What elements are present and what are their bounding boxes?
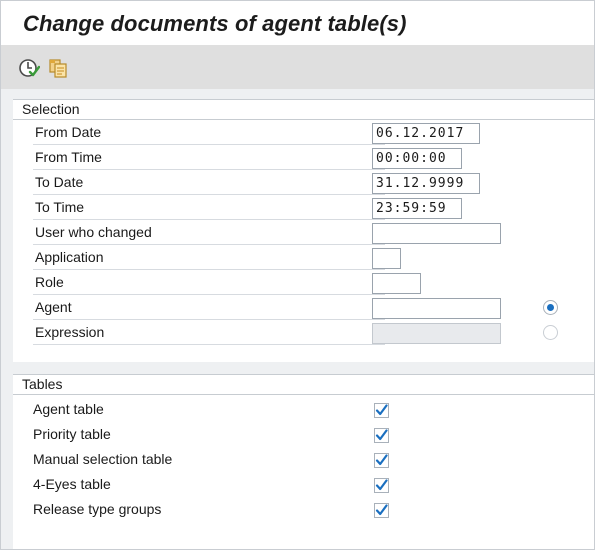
copy-documents-icon[interactable] xyxy=(47,56,71,80)
user-who-changed-field[interactable] xyxy=(372,223,501,244)
application-label: Application xyxy=(35,249,104,265)
agent-field[interactable] xyxy=(372,298,501,319)
content-area: Selection From Date 06.12.2017 From Time… xyxy=(1,89,594,549)
expression-field xyxy=(372,323,501,344)
role-field[interactable] xyxy=(372,273,421,294)
table-row-agent: Agent table xyxy=(13,397,594,422)
row-user-who-changed: User who changed xyxy=(13,220,594,245)
agent-radio[interactable] xyxy=(543,300,558,315)
label-box xyxy=(33,170,385,195)
release-type-groups-label: Release type groups xyxy=(33,501,162,517)
to-time-field[interactable]: 23:59:59 xyxy=(372,198,462,219)
table-row-priority: Priority table xyxy=(13,422,594,447)
agent-table-checkbox[interactable] xyxy=(374,403,389,418)
expression-radio[interactable] xyxy=(543,325,558,340)
to-time-label: To Time xyxy=(35,199,85,215)
row-application: Application xyxy=(13,245,594,270)
row-to-date: To Date 31.12.9999 xyxy=(13,170,594,195)
release-type-groups-checkbox[interactable] xyxy=(374,503,389,518)
from-date-field[interactable]: 06.12.2017 xyxy=(372,123,480,144)
tables-header: Tables xyxy=(13,375,594,395)
page-title: Change documents of agent table(s) xyxy=(23,11,407,36)
tables-group: Tables Agent table Priority table Manual… xyxy=(13,374,594,549)
from-time-label: From Time xyxy=(35,149,102,165)
row-expression: Expression xyxy=(13,320,594,345)
user-who-changed-label: User who changed xyxy=(35,224,152,240)
selection-header: Selection xyxy=(13,100,594,120)
selection-group: Selection From Date 06.12.2017 From Time… xyxy=(13,99,594,362)
row-agent: Agent xyxy=(13,295,594,320)
row-from-time: From Time 00:00:00 xyxy=(13,145,594,170)
from-date-label: From Date xyxy=(35,124,102,140)
agent-table-label: Agent table xyxy=(33,401,104,417)
label-box xyxy=(33,195,385,220)
label-box xyxy=(33,270,385,295)
execute-clock-icon[interactable] xyxy=(17,56,41,80)
title-bar: Change documents of agent table(s) xyxy=(1,1,594,45)
priority-table-label: Priority table xyxy=(33,426,111,442)
from-time-field[interactable]: 00:00:00 xyxy=(372,148,462,169)
manual-selection-table-checkbox[interactable] xyxy=(374,453,389,468)
row-to-time: To Time 23:59:59 xyxy=(13,195,594,220)
role-label: Role xyxy=(35,274,64,290)
table-row-manual-selection: Manual selection table xyxy=(13,447,594,472)
expression-label: Expression xyxy=(35,324,105,340)
application-field[interactable] xyxy=(372,248,401,269)
row-from-date: From Date 06.12.2017 xyxy=(13,120,594,145)
priority-table-checkbox[interactable] xyxy=(374,428,389,443)
four-eyes-table-checkbox[interactable] xyxy=(374,478,389,493)
manual-selection-table-label: Manual selection table xyxy=(33,451,173,467)
four-eyes-table-label: 4-Eyes table xyxy=(33,476,111,492)
agent-label: Agent xyxy=(35,299,72,315)
table-row-release-type-groups: Release type groups xyxy=(13,497,594,522)
table-row-4-eyes: 4-Eyes table xyxy=(13,472,594,497)
toolbar xyxy=(1,45,594,89)
label-box xyxy=(33,295,385,320)
row-role: Role xyxy=(13,270,594,295)
to-date-field[interactable]: 31.12.9999 xyxy=(372,173,480,194)
to-date-label: To Date xyxy=(35,174,84,190)
